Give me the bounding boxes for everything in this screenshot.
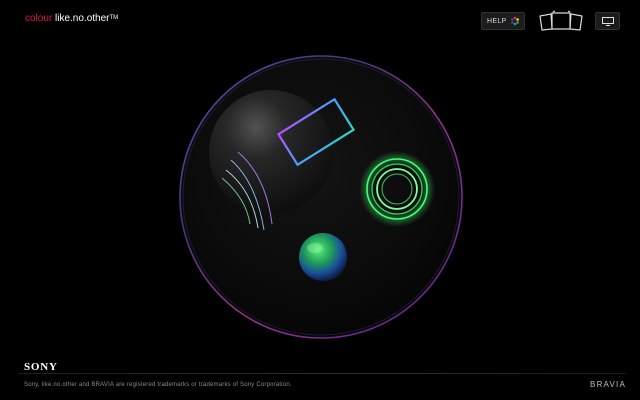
display-button[interactable] bbox=[595, 12, 620, 30]
colour-bubble-visual[interactable] bbox=[176, 52, 466, 342]
color-wheel-icon bbox=[511, 16, 519, 26]
inner-sphere bbox=[209, 90, 333, 214]
bravia-logo[interactable]: BRAVIA bbox=[590, 380, 626, 389]
tv-group-icon bbox=[539, 10, 583, 31]
legal-notice: Sony, like.no.other and BRAVIA are regis… bbox=[24, 382, 292, 388]
help-button-label: HELP bbox=[487, 17, 507, 25]
page: colour like.no.otherTM HELP SONY Sony, l… bbox=[0, 0, 640, 400]
monitor-icon bbox=[602, 17, 614, 26]
logo-colour-word: colour bbox=[25, 13, 53, 24]
logo-trademark: TM bbox=[109, 15, 119, 21]
logo-tagline: like.no.other bbox=[52, 13, 110, 24]
help-button[interactable]: HELP bbox=[481, 12, 525, 30]
devices-button[interactable] bbox=[537, 10, 585, 34]
footer-divider bbox=[18, 373, 626, 374]
green-ball bbox=[299, 233, 347, 281]
ring-shape bbox=[359, 151, 435, 227]
site-logo[interactable]: colour like.no.otherTM bbox=[25, 13, 118, 25]
sony-logo[interactable]: SONY bbox=[24, 361, 58, 373]
